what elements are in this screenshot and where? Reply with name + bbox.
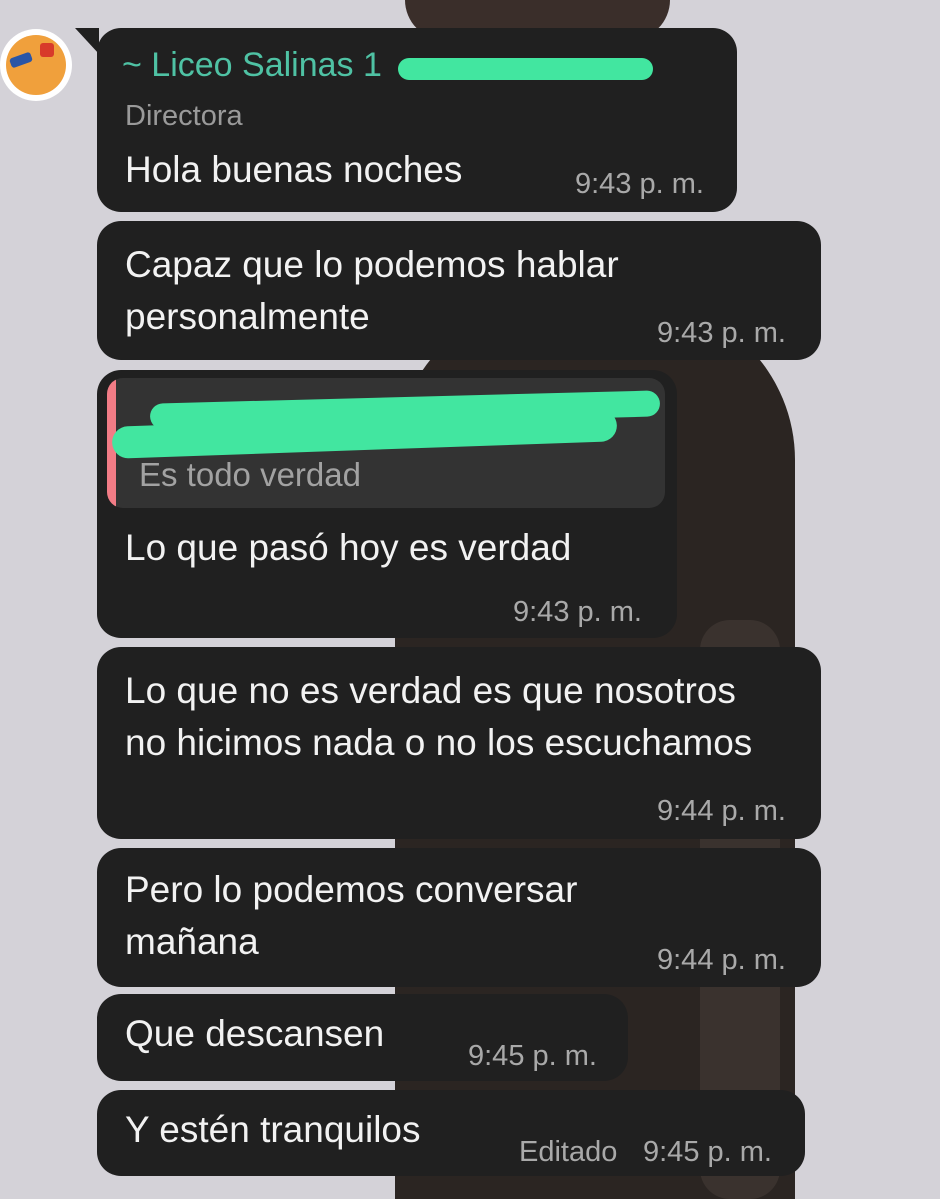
message-time: 9:44 p. m.	[657, 944, 786, 976]
message-text: Lo que no es verdad es que nosotros no h…	[125, 670, 753, 763]
message-bubble[interactable]: Pero lo podemos conversar mañana 9:44 p.…	[97, 848, 821, 987]
message-text: Pero lo podemos conversar mañana	[125, 869, 578, 962]
message-time: 9:43 p. m.	[513, 596, 642, 628]
bubble-tail	[75, 28, 99, 54]
message-time: 9:43 p. m.	[575, 168, 704, 200]
message-text: Capaz que lo podemos hablar personalment…	[125, 244, 619, 337]
message-text: Hola buenas noches	[125, 149, 463, 190]
avatar-logo-block	[40, 43, 54, 57]
sender-name[interactable]: ~ Liceo Salinas 1	[122, 46, 382, 85]
sender-role: Directora	[125, 100, 243, 132]
message-text: Y estén tranquilos	[125, 1109, 421, 1150]
edited-label: Editado	[519, 1136, 618, 1168]
message-time: 9:43 p. m.	[657, 317, 786, 349]
message-text: Que descansen	[125, 1013, 385, 1054]
message-bubble[interactable]: Lo que no es verdad es que nosotros no h…	[97, 647, 821, 839]
message-time: 9:45 p. m.	[468, 1040, 597, 1072]
quoted-text: Es todo verdad	[139, 456, 361, 493]
redacted-phone	[397, 57, 653, 80]
message-time: 9:45 p. m.	[643, 1136, 772, 1168]
message-time: 9:44 p. m.	[657, 795, 786, 827]
sender-avatar[interactable]	[0, 29, 72, 101]
message-bubble[interactable]: Y estén tranquilos Editado 9:45 p. m.	[97, 1090, 805, 1176]
message-bubble[interactable]: Capaz que lo podemos hablar personalment…	[97, 221, 821, 360]
message-bubble[interactable]: ~ Liceo Salinas 1 Directora Hola buenas …	[75, 28, 737, 212]
message-text: Lo que pasó hoy es verdad	[125, 527, 572, 568]
sender-row: ~ Liceo Salinas 1	[122, 46, 653, 85]
message-bubble[interactable]: Que descansen 9:45 p. m.	[97, 994, 628, 1081]
